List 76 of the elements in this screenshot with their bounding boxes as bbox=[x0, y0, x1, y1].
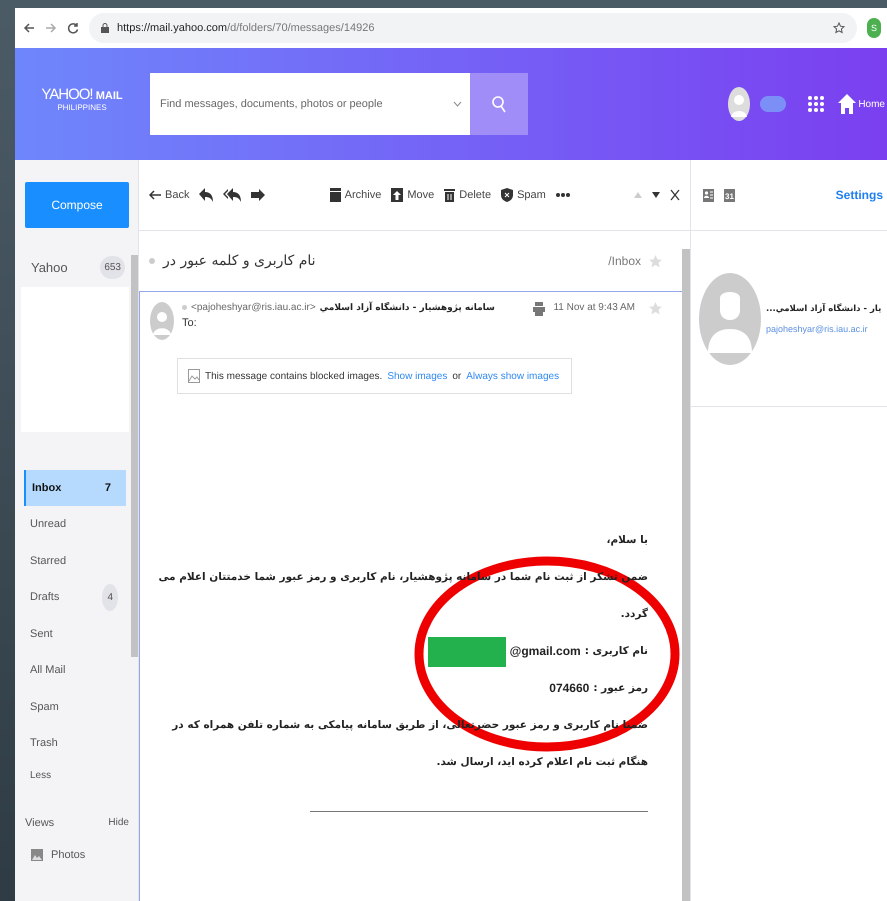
folder-item[interactable]: Sent bbox=[24, 616, 126, 652]
account-name[interactable]: Yahoo bbox=[31, 260, 68, 275]
search-field[interactable]: Find messages, documents, photos or people bbox=[150, 73, 470, 135]
sender-name: سامانه پژوهشيار - دانشگاه آزاد اسلامي bbox=[320, 302, 495, 312]
reply-all-icon[interactable] bbox=[223, 188, 242, 202]
show-images-link[interactable]: Show images bbox=[387, 370, 448, 382]
address-bar[interactable]: https://mail.yahoo.com/d/folders/70/messages/14926 bbox=[89, 13, 857, 43]
search-input[interactable]: Find messages, documents, photos or people bbox=[158, 97, 453, 111]
or-text: or bbox=[452, 370, 462, 382]
contact-name: ...يار - دانشگاه آزاد اسلامي bbox=[766, 304, 882, 314]
search-icon bbox=[491, 95, 507, 113]
trash-icon bbox=[444, 188, 456, 202]
views-item[interactable]: Photos bbox=[51, 848, 86, 860]
scrollbar[interactable] bbox=[131, 255, 138, 657]
folder-item[interactable]: Drafts 4 bbox=[24, 579, 126, 616]
blurred-name bbox=[760, 96, 786, 112]
folder-item[interactable]: Inbox 7 bbox=[24, 470, 126, 506]
less-link[interactable]: Less bbox=[24, 762, 138, 788]
calendar-icon[interactable]: 31 bbox=[724, 188, 735, 202]
field-label: نام کاربری : bbox=[584, 644, 648, 659]
unread-count: 653 bbox=[100, 256, 125, 279]
up-arrow-icon bbox=[391, 188, 404, 202]
unread-dot[interactable] bbox=[149, 258, 155, 264]
lock-icon bbox=[101, 23, 109, 33]
shield-icon bbox=[501, 188, 514, 202]
logo-region: PHILIPPINES bbox=[57, 103, 107, 112]
home-button[interactable]: Home bbox=[838, 94, 885, 114]
close-icon[interactable] bbox=[670, 189, 680, 201]
contact-avatar-icon bbox=[699, 272, 761, 364]
back-arrow-icon[interactable] bbox=[23, 22, 35, 34]
star-icon[interactable] bbox=[833, 22, 845, 34]
archive-box-icon bbox=[330, 188, 341, 202]
blocked-images-text: This message contains blocked images. bbox=[205, 370, 382, 382]
folder-label[interactable]: /Inbox bbox=[608, 254, 641, 268]
sender-avatar-icon bbox=[150, 302, 174, 340]
reply-icon[interactable] bbox=[199, 188, 214, 202]
hide-link[interactable]: Hide bbox=[108, 816, 129, 828]
folder-item[interactable]: Starred bbox=[24, 542, 126, 579]
recipient-label: To: bbox=[182, 317, 198, 329]
more-icon[interactable] bbox=[556, 193, 570, 197]
folder-item[interactable]: Unread bbox=[24, 506, 126, 542]
star-icon[interactable] bbox=[649, 254, 662, 268]
image-icon bbox=[188, 369, 200, 383]
forward-icon[interactable] bbox=[251, 188, 266, 202]
message-subject: نام کاربری و کلمه عبور در bbox=[163, 253, 316, 269]
reload-icon[interactable] bbox=[67, 22, 79, 34]
folder-item[interactable]: All Mail bbox=[24, 652, 126, 688]
field-label: رمز عبور : bbox=[593, 681, 648, 696]
print-icon[interactable] bbox=[533, 302, 546, 316]
views-heading: Views bbox=[25, 816, 54, 828]
field-value: 074660 bbox=[549, 680, 590, 697]
back-button[interactable]: Back bbox=[149, 189, 190, 201]
scrollbar[interactable] bbox=[682, 249, 690, 901]
next-icon[interactable] bbox=[652, 192, 660, 198]
status-dot bbox=[182, 305, 187, 310]
field-value: @gmail.com bbox=[510, 643, 581, 660]
spam-button[interactable]: Spam bbox=[501, 188, 546, 202]
contacts-icon[interactable] bbox=[703, 188, 714, 202]
photo-icon bbox=[31, 848, 43, 860]
user-avatar-icon[interactable] bbox=[728, 87, 750, 121]
message-date: 11 Nov at 9:43 AM bbox=[553, 302, 635, 313]
body-text: با سلام، bbox=[605, 533, 648, 548]
folder-item[interactable]: Trash bbox=[24, 725, 126, 762]
always-show-images-link[interactable]: Always show images bbox=[466, 370, 560, 382]
house-icon bbox=[838, 94, 856, 114]
archive-button[interactable]: Archive bbox=[330, 188, 382, 202]
sender-email: <pajoheshyar@ris.iau.ac.ir> bbox=[191, 302, 316, 313]
star-icon[interactable] bbox=[649, 302, 662, 315]
apps-grid-icon[interactable] bbox=[808, 96, 824, 112]
delete-button[interactable]: Delete bbox=[444, 188, 492, 202]
logo[interactable]: YAHOO! MAIL bbox=[41, 86, 123, 103]
chevron-down-icon[interactable] bbox=[453, 101, 462, 107]
back-arrow-icon bbox=[149, 190, 161, 200]
move-button[interactable]: Move bbox=[391, 188, 434, 202]
settings-link[interactable]: Settings bbox=[836, 188, 883, 202]
folder-item[interactable]: Spam bbox=[24, 688, 126, 725]
